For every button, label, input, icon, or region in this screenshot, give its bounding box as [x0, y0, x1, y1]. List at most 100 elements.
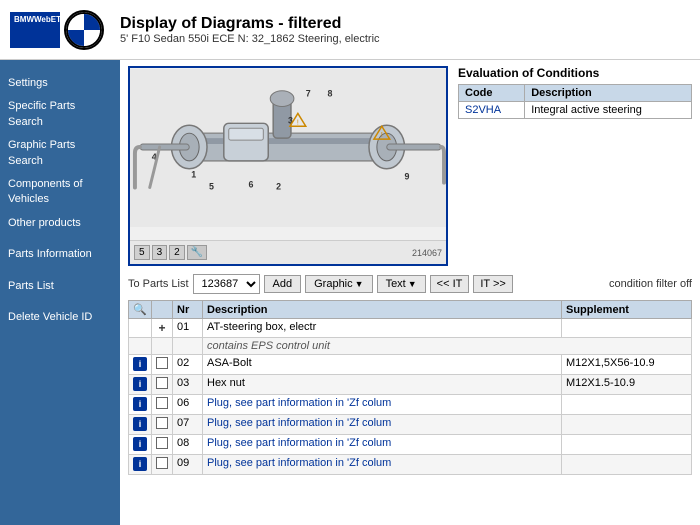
table-row: i 07 Plug, see part information in 'Zf c…	[129, 415, 692, 435]
th-supplement: Supplement	[562, 301, 692, 319]
evaluation-panel: Evaluation of Conditions Code Descriptio…	[458, 66, 692, 266]
row-check-cell	[152, 395, 173, 415]
checkbox[interactable]	[156, 357, 168, 369]
table-row: i 03 Hex nut M12X1.5-10.9	[129, 375, 692, 395]
bmw-circle	[66, 12, 102, 48]
row-nr-cell: 06	[173, 395, 203, 415]
eval-code[interactable]: S2VHA	[465, 104, 501, 116]
diagram-inner: 7 8 3 1 4 5 6 2	[130, 68, 446, 264]
row-supp-cell: M12X1.5-10.9	[562, 375, 692, 395]
sidebar-item-components[interactable]: Components of Vehicles	[0, 173, 120, 212]
top-section: 7 8 3 1 4 5 6 2	[128, 66, 692, 266]
info-icon[interactable]: i	[133, 457, 147, 471]
row-check-cell	[152, 375, 173, 395]
table-row: i 02 ASA-Bolt M12X1,5X56-10.9	[129, 355, 692, 375]
info-icon[interactable]: i	[133, 377, 147, 391]
desc-link[interactable]: Plug, see part information in 'Zf colum	[207, 457, 391, 469]
sidebar-item-settings[interactable]: Settings	[0, 72, 120, 95]
row-supp-cell	[562, 455, 692, 475]
etk-logo: BMWWebETK	[10, 12, 60, 48]
row-check-cell: +	[152, 319, 173, 338]
bmw-logo	[64, 10, 104, 50]
diagram-btn-5[interactable]: 5	[134, 245, 150, 260]
sub-desc-cell: contains EPS control unit	[203, 338, 692, 355]
header-title: Display of Diagrams - filtered 5' F10 Se…	[120, 15, 690, 45]
svg-text:1: 1	[191, 170, 196, 180]
search-icon: 🔍	[133, 304, 147, 316]
diagram-toolbar: 5 3 2 🔧 214067	[130, 240, 446, 264]
sidebar-item-parts-info[interactable]: Parts Information	[0, 243, 120, 266]
header: BMWWebETK Display of Diagrams - filtered…	[0, 0, 700, 60]
checkbox[interactable]	[156, 417, 168, 429]
eval-col-code: Code	[459, 85, 525, 102]
table-row: i 09 Plug, see part information in 'Zf c…	[129, 455, 692, 475]
sidebar-item-graphic-parts[interactable]: Graphic Parts Search	[0, 134, 120, 173]
row-desc-cell: Plug, see part information in 'Zf colum	[203, 435, 562, 455]
table-row: + 01 AT-steering box, electr	[129, 319, 692, 338]
th-description: Description	[203, 301, 562, 319]
svg-text:2: 2	[276, 181, 281, 191]
page-title: Display of Diagrams - filtered	[120, 15, 690, 33]
sidebar-item-delete-vehicle[interactable]: Delete Vehicle ID	[0, 306, 120, 329]
th-nr: Nr	[173, 301, 203, 319]
row-supp-cell	[562, 415, 692, 435]
row-icon-cell: i	[129, 455, 152, 475]
row-check-cell	[152, 435, 173, 455]
row-check-cell	[152, 355, 173, 375]
info-icon[interactable]: i	[133, 357, 147, 371]
svg-text:6: 6	[249, 180, 254, 190]
text-button[interactable]: Text ▼	[377, 275, 426, 293]
checkbox[interactable]	[156, 397, 168, 409]
main-layout: Settings Specific Parts Search Graphic P…	[0, 60, 700, 525]
eval-row: S2VHA Integral active steering	[459, 102, 692, 119]
table-row: contains EPS control unit	[129, 338, 692, 355]
row-nr-cell: 03	[173, 375, 203, 395]
diagram-btn-3[interactable]: 3	[152, 245, 168, 260]
graphic-button[interactable]: Graphic ▼	[305, 275, 372, 293]
info-icon[interactable]: i	[133, 437, 147, 451]
sidebar-item-specific-parts[interactable]: Specific Parts Search	[0, 95, 120, 134]
row-check-cell	[152, 455, 173, 475]
diagram-svg: 7 8 3 1 4 5 6 2	[130, 68, 446, 228]
desc-link[interactable]: Plug, see part information in 'Zf colum	[207, 417, 391, 429]
sub-icon-cell	[129, 338, 152, 355]
row-nr-cell: 07	[173, 415, 203, 435]
nav-prev-button[interactable]: << IT	[430, 275, 470, 293]
desc-link[interactable]: Plug, see part information in 'Zf colum	[207, 397, 391, 409]
row-supp-cell	[562, 435, 692, 455]
row-icon-cell: i	[129, 355, 152, 375]
row-icon-cell: i	[129, 415, 152, 435]
th-search: 🔍	[129, 301, 152, 319]
checkbox[interactable]	[156, 457, 168, 469]
diagram-btn-2[interactable]: 2	[169, 245, 185, 260]
nav-next-button[interactable]: IT >>	[473, 275, 512, 293]
info-icon[interactable]: i	[133, 417, 147, 431]
evaluation-table: Code Description S2VHA Integral active s…	[458, 84, 692, 119]
graphic-arrow-icon: ▼	[355, 279, 364, 289]
row-icon-cell: i	[129, 435, 152, 455]
checkbox[interactable]	[156, 377, 168, 389]
plus-icon[interactable]: +	[158, 321, 165, 335]
add-button[interactable]: Add	[264, 275, 302, 293]
sidebar-item-other-products[interactable]: Other products	[0, 212, 120, 235]
row-nr-cell: 01	[173, 319, 203, 338]
sidebar-item-parts-list[interactable]: Parts List	[0, 275, 120, 298]
parts-list-select[interactable]: 123687	[193, 274, 260, 294]
checkbox[interactable]	[156, 437, 168, 449]
desc-link[interactable]: Plug, see part information in 'Zf colum	[207, 437, 391, 449]
row-desc-cell: Plug, see part information in 'Zf colum	[203, 455, 562, 475]
row-supp-cell	[562, 395, 692, 415]
diagram-tool-btn[interactable]: 🔧	[187, 245, 207, 260]
eval-col-desc: Description	[525, 85, 692, 102]
table-row: i 08 Plug, see part information in 'Zf c…	[129, 435, 692, 455]
row-desc-cell: AT-steering box, electr	[203, 319, 562, 338]
eval-description: Integral active steering	[525, 102, 692, 119]
svg-text:!: !	[381, 132, 383, 139]
row-nr-cell: 08	[173, 435, 203, 455]
row-icon-cell	[129, 319, 152, 338]
info-icon[interactable]: i	[133, 397, 147, 411]
table-row: i 06 Plug, see part information in 'Zf c…	[129, 395, 692, 415]
parts-table-header: 🔍 Nr Description Supplement	[129, 301, 692, 319]
row-desc-cell: Hex nut	[203, 375, 562, 395]
row-desc-cell: Plug, see part information in 'Zf colum	[203, 395, 562, 415]
